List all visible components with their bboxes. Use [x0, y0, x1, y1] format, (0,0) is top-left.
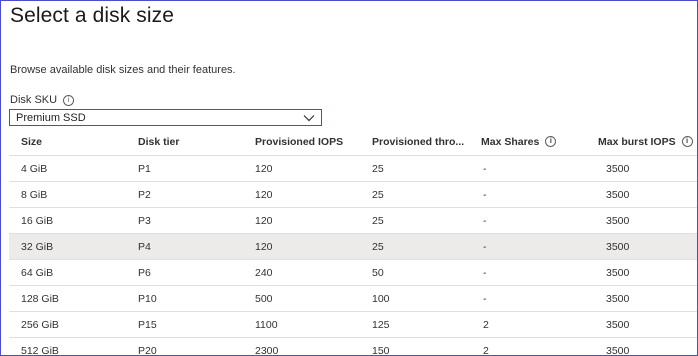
cell-size: 32 GiB — [9, 233, 126, 260]
cell-max-burst-iops: 3500 — [586, 311, 697, 338]
column-header-max-shares[interactable]: Max Shares i — [469, 128, 586, 156]
disk-sku-label-row: Disk SKU i — [10, 94, 75, 106]
cell-provisioned-iops: 240 — [243, 259, 360, 286]
table-row[interactable]: 4 GiB P1 120 25-3500 — [9, 155, 697, 182]
cell-size: 512 GiB — [9, 337, 126, 355]
table-header-row: Size Disk tier Provisioned IOPS Provisio… — [9, 128, 697, 156]
info-icon[interactable]: i — [545, 136, 557, 147]
cell-max-burst-iops: 3500 — [586, 155, 697, 182]
cell-disk-tier: P3 — [126, 207, 243, 234]
cell-disk-tier: P1 — [126, 155, 243, 182]
cell-provisioned-throughput: 50 — [360, 259, 469, 286]
column-header-provisioned-iops[interactable]: Provisioned IOPS — [243, 128, 360, 156]
cell-provisioned-throughput: 125 — [360, 311, 469, 338]
cell-provisioned-iops: 120 — [243, 233, 360, 260]
cell-size: 4 GiB — [9, 155, 126, 182]
cell-max-burst-iops: 3500 — [586, 337, 697, 355]
cell-disk-tier: P4 — [126, 233, 243, 260]
table-row[interactable]: 8 GiB P2 120 25-3500 — [9, 181, 697, 208]
info-icon[interactable]: i — [63, 94, 75, 106]
cell-size: 64 GiB — [9, 259, 126, 286]
cell-max-burst-iops: 3500 — [586, 259, 697, 286]
cell-provisioned-iops: 120 — [243, 181, 360, 208]
disk-sku-label: Disk SKU — [10, 94, 58, 106]
cell-disk-tier: P2 — [126, 181, 243, 208]
table-row[interactable]: 32 GiB P4 120 25-3500 — [9, 233, 697, 260]
cell-provisioned-iops: 1100 — [243, 311, 360, 338]
cell-max-burst-iops: 3500 — [586, 233, 697, 260]
cell-max-burst-iops: 3500 — [586, 207, 697, 234]
page-description: Browse available disk sizes and their fe… — [10, 64, 236, 76]
column-header-max-burst-iops[interactable]: Max burst IOPS i — [586, 128, 697, 156]
table-row[interactable]: 64 GiB P6 240 50-3500 — [9, 259, 697, 286]
table-row[interactable]: 256 GiB P15 1100 125 2 3500 — [9, 311, 697, 338]
column-header-provisioned-throughput[interactable]: Provisioned thro... — [360, 128, 469, 156]
disk-size-panel: Select a disk size Browse available disk… — [0, 0, 698, 356]
cell-disk-tier: P6 — [126, 259, 243, 286]
disk-sku-selected-value: Premium SSD — [16, 111, 86, 124]
chevron-down-icon — [303, 114, 315, 121]
table-row[interactable]: 128 GiB P10 500 100-3500 — [9, 285, 697, 312]
cell-provisioned-throughput: 150 — [360, 337, 469, 355]
cell-provisioned-throughput: 25 — [360, 233, 469, 260]
column-header-disk-tier[interactable]: Disk tier — [126, 128, 243, 156]
cell-max-shares: - — [469, 155, 586, 182]
column-header-size[interactable]: Size — [9, 128, 126, 156]
page-title: Select a disk size — [10, 4, 175, 27]
cell-provisioned-throughput: 100 — [360, 285, 469, 312]
cell-provisioned-iops: 500 — [243, 285, 360, 312]
cell-max-shares: - — [469, 181, 586, 208]
cell-disk-tier: P20 — [126, 337, 243, 355]
cell-disk-tier: P10 — [126, 285, 243, 312]
cell-provisioned-throughput: 25 — [360, 155, 469, 182]
cell-max-shares: - — [469, 259, 586, 286]
table-row[interactable]: 16 GiB P3 120 25-3500 — [9, 207, 697, 234]
cell-provisioned-throughput: 25 — [360, 181, 469, 208]
cell-max-burst-iops: 3500 — [586, 285, 697, 312]
cell-max-shares: 2 — [469, 311, 586, 338]
cell-provisioned-iops: 120 — [243, 207, 360, 234]
cell-size: 256 GiB — [9, 311, 126, 338]
cell-max-shares: - — [469, 207, 586, 234]
cell-provisioned-iops: 120 — [243, 155, 360, 182]
cell-disk-tier: P15 — [126, 311, 243, 338]
table-row[interactable]: 512 GiB P20 2300 150 2 3500 — [9, 337, 697, 355]
cell-provisioned-throughput: 25 — [360, 207, 469, 234]
cell-size: 128 GiB — [9, 285, 126, 312]
cell-size: 16 GiB — [9, 207, 126, 234]
info-icon[interactable]: i — [681, 136, 693, 147]
cell-max-shares: 2 — [469, 337, 586, 355]
cell-max-burst-iops: 3500 — [586, 181, 697, 208]
cell-max-shares: - — [469, 233, 586, 260]
cell-size: 8 GiB — [9, 181, 126, 208]
cell-max-shares: - — [469, 285, 586, 312]
disk-size-table: Size Disk tier Provisioned IOPS Provisio… — [9, 128, 697, 355]
cell-provisioned-iops: 2300 — [243, 337, 360, 355]
disk-sku-dropdown[interactable]: Premium SSD — [9, 109, 322, 126]
